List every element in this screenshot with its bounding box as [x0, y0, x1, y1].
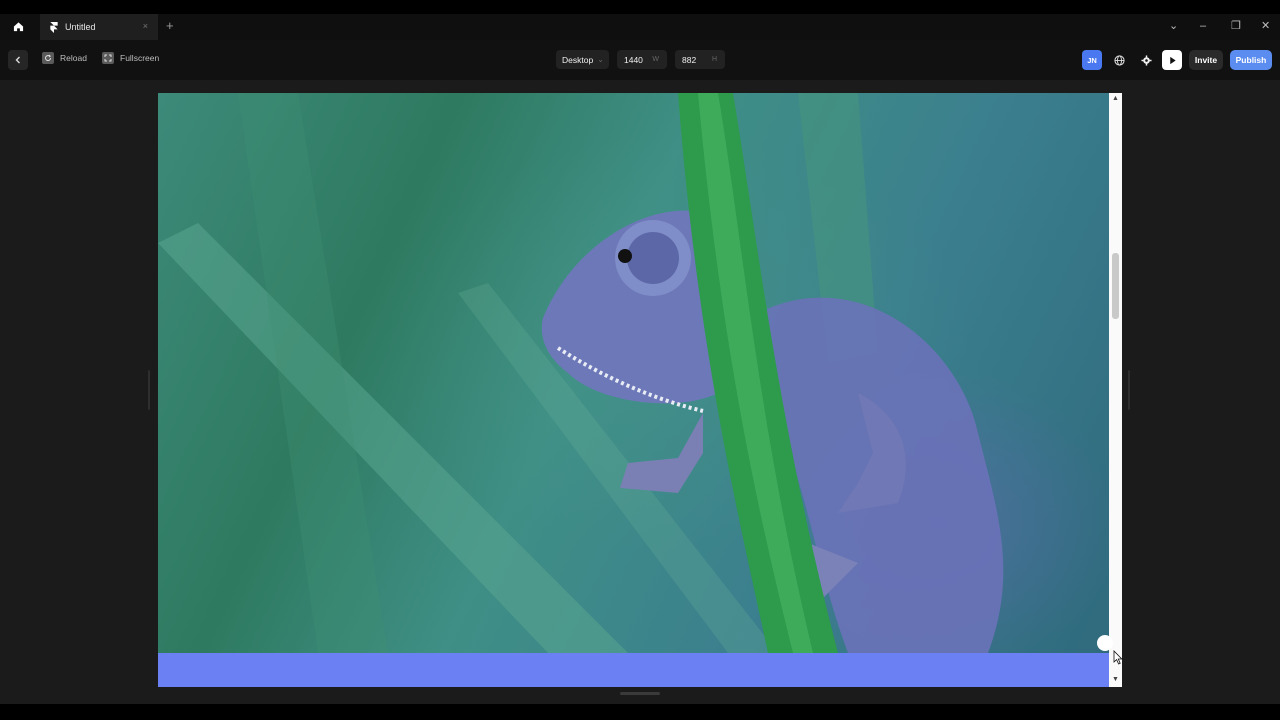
preview-play-button[interactable]: [1162, 50, 1182, 70]
fullscreen-label: Fullscreen: [120, 53, 160, 63]
reload-label: Reload: [60, 53, 87, 63]
fullscreen-button[interactable]: Fullscreen: [102, 52, 159, 64]
new-tab-button[interactable]: +: [166, 17, 174, 35]
chevron-down-icon: ⌄: [597, 55, 604, 64]
back-button[interactable]: [8, 50, 28, 70]
height-value: 882: [682, 54, 697, 65]
window-footer: [0, 704, 1280, 720]
preview-canvas: ▲ ▼: [0, 80, 1280, 704]
fullscreen-icon: [102, 52, 114, 64]
height-suffix: H: [711, 56, 717, 63]
title-bar: Untitled × + ⌄ – ❐ ✕: [0, 0, 1280, 40]
window-close-icon[interactable]: ✕: [1261, 18, 1270, 34]
framer-logo-icon: [50, 21, 58, 33]
scroll-down-icon[interactable]: ▼: [1112, 676, 1119, 683]
hero-image: [158, 93, 1109, 653]
left-resize-handle[interactable]: [148, 370, 150, 410]
device-select[interactable]: Desktop ⌄: [556, 50, 609, 69]
tab-title: Untitled: [65, 22, 96, 32]
minimize-icon[interactable]: –: [1200, 18, 1206, 34]
frame-scrollbar[interactable]: ▲ ▼: [1109, 93, 1122, 687]
bottom-resize-handle[interactable]: [620, 692, 660, 695]
reload-icon: [42, 52, 54, 64]
tab-untitled[interactable]: Untitled ×: [40, 14, 158, 40]
tab-close-icon[interactable]: ×: [143, 21, 148, 31]
preview-frame: ▲ ▼: [158, 93, 1122, 687]
chameleon-illustration: [158, 93, 1004, 653]
user-avatar[interactable]: JN: [1082, 50, 1102, 70]
right-resize-handle[interactable]: [1128, 370, 1130, 410]
invite-button[interactable]: Invite: [1189, 50, 1223, 70]
restore-icon[interactable]: ❐: [1231, 18, 1241, 34]
chevron-left-icon: [15, 56, 20, 64]
resize-knob[interactable]: [1097, 635, 1113, 651]
scroll-up-icon[interactable]: ▲: [1112, 95, 1119, 102]
reload-button[interactable]: Reload: [42, 52, 87, 64]
width-suffix: W: [652, 56, 659, 63]
preview-toolbar: Reload Fullscreen Desktop ⌄ 1440 W 882 H…: [0, 40, 1280, 80]
tab-strip: [0, 14, 1280, 40]
settings-gear-icon[interactable]: [1136, 50, 1156, 70]
device-value: Desktop: [562, 54, 594, 65]
scrollbar-thumb[interactable]: [1112, 253, 1119, 319]
height-input[interactable]: 882 H: [675, 50, 725, 69]
tab-list-chevron-icon[interactable]: ⌄: [1169, 18, 1178, 34]
home-icon[interactable]: [6, 16, 30, 36]
globe-icon[interactable]: [1109, 50, 1129, 70]
width-value: 1440: [624, 54, 643, 65]
width-input[interactable]: 1440 W: [617, 50, 667, 69]
publish-button[interactable]: Publish: [1230, 50, 1272, 70]
play-icon: [1169, 56, 1176, 64]
color-banner: [158, 653, 1109, 687]
mouse-cursor-icon: [1113, 650, 1123, 670]
